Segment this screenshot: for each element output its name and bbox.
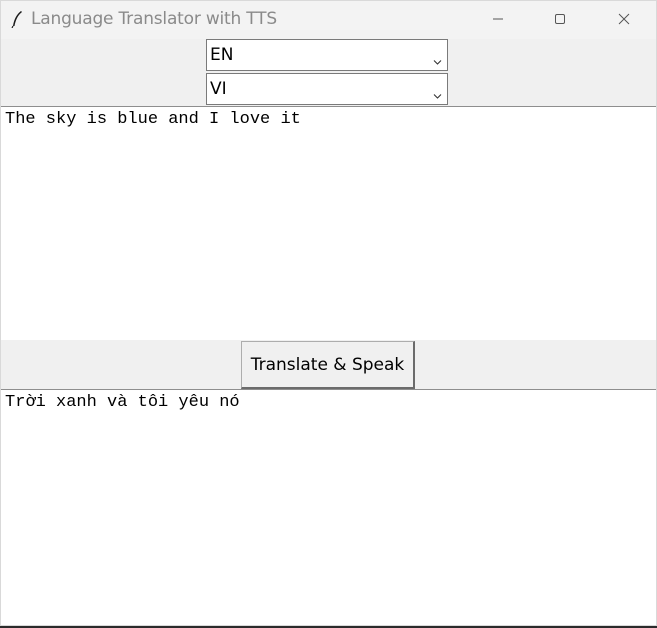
close-icon — [618, 13, 630, 25]
close-button[interactable] — [601, 1, 647, 37]
app-window: Language Translator with TTS EN VI The s… — [0, 0, 657, 626]
maximize-icon — [554, 13, 566, 25]
source-language-select[interactable]: EN — [206, 39, 448, 71]
translate-speak-button[interactable]: Translate & Speak — [241, 341, 415, 389]
input-text-area[interactable]: The sky is blue and I love it — [1, 106, 656, 340]
chevron-down-icon — [433, 85, 442, 99]
output-text: Trời xanh và tôi yêu nó — [5, 393, 240, 412]
title-bar[interactable]: Language Translator with TTS — [1, 1, 656, 39]
target-language-value: VI — [210, 79, 227, 99]
source-language-value: EN — [210, 45, 234, 65]
maximize-button[interactable] — [537, 1, 583, 37]
output-text-area[interactable]: Trời xanh và tôi yêu nó — [1, 389, 656, 625]
minimize-icon — [492, 13, 504, 25]
feather-icon — [10, 10, 24, 29]
target-language-select[interactable]: VI — [206, 73, 448, 105]
minimize-button[interactable] — [475, 1, 521, 37]
chevron-down-icon — [433, 51, 442, 65]
window-title: Language Translator with TTS — [31, 9, 277, 29]
input-text: The sky is blue and I love it — [5, 110, 301, 129]
